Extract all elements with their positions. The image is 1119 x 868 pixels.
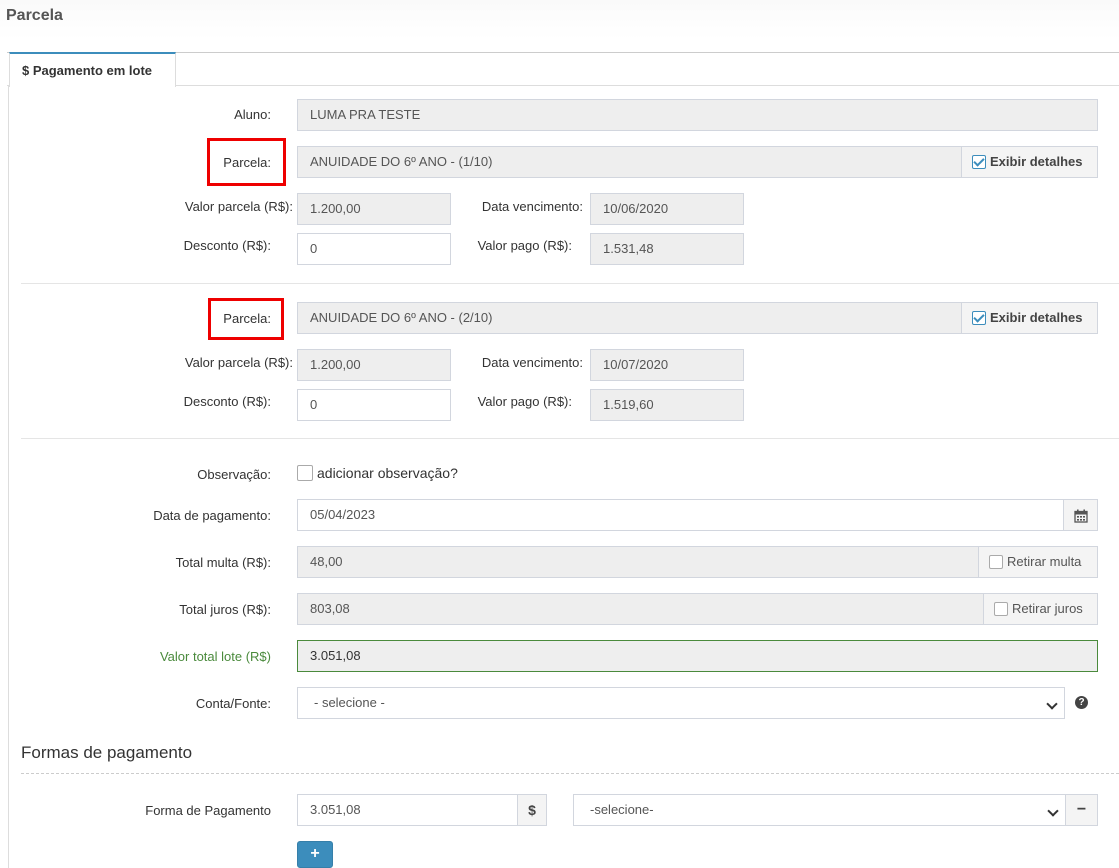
valor-parcela-field: 1.200,00 xyxy=(297,349,451,381)
currency-addon: $ xyxy=(517,794,547,826)
data-vencimento-field: 10/07/2020 xyxy=(590,349,744,381)
valor-pago-field: 1.519,60 xyxy=(590,389,744,421)
conta-fonte-selected: - selecione - xyxy=(314,695,385,710)
total-multa-field: 48,00 xyxy=(297,546,979,578)
valor-total-label: Valor total lote (R$) xyxy=(159,649,271,664)
valor-pago-label: Valor pago (R$): xyxy=(477,394,572,409)
forma-pagamento-selected: -selecione- xyxy=(590,802,654,817)
forma-valor-input[interactable]: 3.051,08 xyxy=(297,794,518,826)
remove-forma-button[interactable]: − xyxy=(1065,794,1098,826)
desconto-input[interactable]: 0 xyxy=(297,389,451,421)
chevron-down-icon xyxy=(1046,698,1058,710)
calendar-button[interactable] xyxy=(1063,499,1098,531)
observacao-option[interactable]: adicionar observação? xyxy=(297,465,497,483)
retirar-juros-toggle[interactable]: Retirar juros xyxy=(983,593,1098,625)
valor-parcela-label: Valor parcela (R$): xyxy=(184,199,293,214)
data-vencimento-field: 10/06/2020 xyxy=(590,193,744,225)
desconto-label: Desconto (R$): xyxy=(183,238,271,253)
valor-parcela-field: 1.200,00 xyxy=(297,193,451,225)
formas-pagamento-title: Formas de pagamento xyxy=(21,743,193,762)
valor-pago-field: 1.531,48 xyxy=(590,233,744,265)
parcela-field: ANUIDADE DO 6º ANO - (2/10) xyxy=(297,302,962,334)
conta-fonte-help-button[interactable]: ? xyxy=(1065,687,1098,719)
desconto-input[interactable]: 0 xyxy=(297,233,451,265)
desconto-label: Desconto (R$): xyxy=(183,394,271,409)
calendar-icon xyxy=(1073,509,1088,523)
total-juros-label: Total juros (R$): xyxy=(179,602,271,617)
conta-fonte-select[interactable]: - selecione - xyxy=(297,687,1065,719)
divider xyxy=(21,283,1119,284)
retirar-multa-label: Retirar multa xyxy=(1007,554,1082,569)
retirar-multa-toggle[interactable]: Retirar multa xyxy=(978,546,1098,578)
chevron-down-icon xyxy=(1047,805,1059,817)
data-vencimento-label: Data vencimento: xyxy=(481,355,583,370)
parcela-field: ANUIDADE DO 6º ANO - (1/10) xyxy=(297,146,962,178)
retirar-juros-label: Retirar juros xyxy=(1012,601,1083,616)
forma-pagamento-select[interactable]: -selecione- xyxy=(573,794,1066,826)
total-multa-label: Total multa (R$): xyxy=(175,555,271,570)
retirar-juros-checkbox[interactable] xyxy=(994,602,1008,616)
exibir-detalhes-toggle[interactable]: Exibir detalhes xyxy=(961,146,1098,178)
data-pagamento-input[interactable]: 05/04/2023 xyxy=(297,499,1064,531)
data-vencimento-label: Data vencimento: xyxy=(481,199,583,214)
observacao-checkbox-label: adicionar observação? xyxy=(317,465,458,481)
aluno-field: LUMA PRA TESTE xyxy=(297,99,1098,131)
data-pagamento-label: Data de pagamento: xyxy=(153,508,271,523)
forma-pagamento-label: Forma de Pagamento xyxy=(145,803,271,818)
section-divider xyxy=(21,773,1119,774)
header-background xyxy=(0,0,1119,40)
add-forma-button[interactable]: + xyxy=(297,841,333,868)
exibir-detalhes-label: Exibir detalhes xyxy=(990,154,1083,169)
parcela-label: Parcela: xyxy=(223,155,271,170)
observacao-label: Observação: xyxy=(197,467,271,482)
total-juros-field: 803,08 xyxy=(297,593,984,625)
exibir-detalhes-checkbox[interactable] xyxy=(972,311,986,325)
valor-total-field: 3.051,08 xyxy=(297,640,1098,672)
retirar-multa-checkbox[interactable] xyxy=(989,555,1003,569)
observacao-checkbox[interactable] xyxy=(297,465,313,481)
help-icon: ? xyxy=(1075,696,1088,709)
aluno-label: Aluno: xyxy=(234,107,271,122)
valor-pago-label: Valor pago (R$): xyxy=(477,238,572,253)
page-title: Parcela xyxy=(6,7,63,24)
parcela-label: Parcela: xyxy=(223,311,271,326)
exibir-detalhes-toggle[interactable]: Exibir detalhes xyxy=(961,302,1098,334)
conta-fonte-label: Conta/Fonte: xyxy=(195,696,271,711)
exibir-detalhes-checkbox[interactable] xyxy=(972,155,986,169)
valor-parcela-label: Valor parcela (R$): xyxy=(184,355,293,370)
exibir-detalhes-label: Exibir detalhes xyxy=(990,310,1083,325)
tab-pagamento-em-lote[interactable]: $ Pagamento em lote xyxy=(9,52,176,87)
divider xyxy=(21,438,1119,439)
